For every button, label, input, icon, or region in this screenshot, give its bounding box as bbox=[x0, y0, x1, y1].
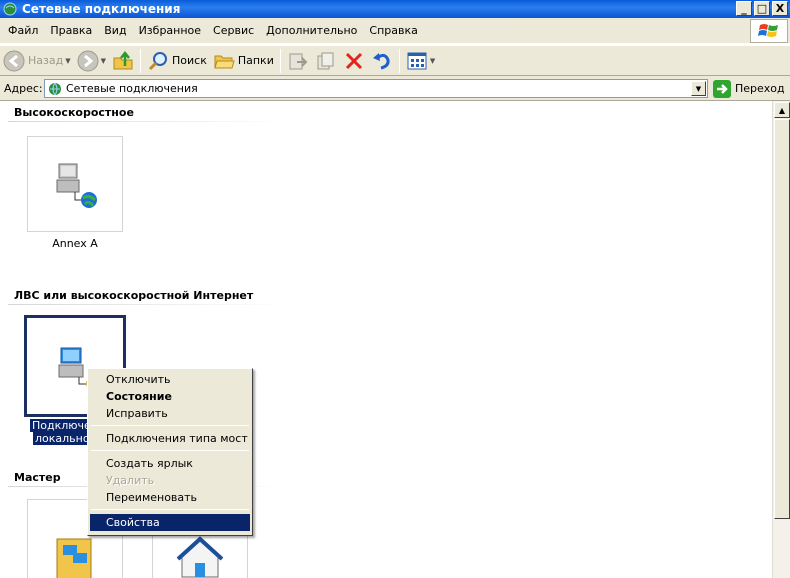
title-bar[interactable]: Сетевые подключения _ □ X bbox=[0, 0, 790, 18]
folder-up-icon bbox=[113, 50, 133, 69]
group-divider bbox=[8, 121, 288, 122]
menu-tools[interactable]: Сервис bbox=[207, 21, 260, 41]
toolbar-separator bbox=[140, 48, 141, 73]
menu-favorites[interactable]: Избранное bbox=[133, 21, 207, 41]
forward-arrow-icon bbox=[77, 50, 99, 71]
go-button[interactable]: Переход bbox=[713, 79, 785, 98]
address-input[interactable]: Сетевые подключения ▼ bbox=[44, 79, 708, 98]
connection-icon-annex-a[interactable] bbox=[27, 136, 123, 232]
vertical-scrollbar[interactable]: ▲ bbox=[772, 101, 790, 578]
menu-separator bbox=[91, 425, 249, 426]
menu-view[interactable]: Вид bbox=[98, 21, 132, 41]
menu-item-status[interactable]: Состояние bbox=[90, 388, 250, 405]
scroll-up-button[interactable]: ▲ bbox=[774, 102, 790, 118]
maximize-button[interactable]: □ bbox=[754, 1, 770, 16]
delete-x-icon bbox=[345, 52, 362, 69]
context-menu: Отключить Состояние Исправить Подключени… bbox=[87, 368, 253, 536]
toolbar: Назад ▼ ▼ Поиск Папки ▼ bbox=[0, 45, 790, 76]
new-connection-wizard-icon bbox=[56, 538, 92, 578]
address-dropdown-button[interactable]: ▼ bbox=[691, 81, 706, 96]
network-connections-icon bbox=[3, 2, 17, 16]
connection-label-annex-a: Annex A bbox=[52, 237, 98, 250]
close-button[interactable]: X bbox=[772, 1, 788, 16]
menu-separator bbox=[91, 509, 249, 510]
folders-button[interactable]: Папки bbox=[210, 48, 277, 74]
chevron-down-icon[interactable]: ▼ bbox=[65, 57, 70, 65]
group-header-wizard: Мастер bbox=[14, 471, 61, 484]
copy-to-icon bbox=[317, 52, 334, 69]
network-connections-icon bbox=[49, 82, 61, 95]
menu-bar: Файл Правка Вид Избранное Сервис Дополни… bbox=[0, 18, 790, 44]
folder-icon bbox=[214, 55, 235, 68]
group-divider bbox=[8, 304, 288, 305]
menu-item-properties[interactable]: Свойства bbox=[90, 514, 250, 531]
toolbar-separator bbox=[279, 48, 281, 73]
menu-item-disconnect[interactable]: Отключить bbox=[90, 371, 250, 388]
address-label: Адрес: bbox=[4, 81, 43, 95]
menu-advanced[interactable]: Дополнительно bbox=[260, 21, 363, 41]
address-bar: Адрес: Сетевые подключения ▼ Переход bbox=[0, 76, 790, 101]
menu-help[interactable]: Справка bbox=[363, 21, 423, 41]
menu-edit[interactable]: Правка bbox=[44, 21, 98, 41]
move-to-icon bbox=[289, 53, 308, 69]
group-header-lan: ЛВС или высокоскоростной Интернет bbox=[14, 289, 254, 302]
go-arrow-icon bbox=[713, 79, 731, 98]
minimize-button[interactable]: _ bbox=[736, 1, 752, 16]
views-button[interactable]: ▼ bbox=[403, 48, 438, 74]
broadband-connection-icon bbox=[56, 163, 97, 208]
forward-button[interactable]: ▼ bbox=[74, 48, 109, 74]
menu-file[interactable]: Файл bbox=[2, 21, 44, 41]
menu-item-repair[interactable]: Исправить bbox=[90, 405, 250, 422]
windows-logo-icon bbox=[750, 19, 788, 43]
undo-icon bbox=[372, 52, 390, 69]
menu-item-rename[interactable]: Переименовать bbox=[90, 489, 250, 506]
connection-label-lan-line1: Подключе bbox=[30, 419, 93, 432]
menu-item-delete: Удалить bbox=[106, 474, 155, 487]
back-button[interactable]: Назад ▼ bbox=[0, 48, 74, 74]
up-folder-button[interactable] bbox=[109, 48, 137, 74]
menu-item-create-shortcut[interactable]: Создать ярлык bbox=[90, 455, 250, 472]
window-title: Сетевые подключения bbox=[22, 2, 181, 16]
search-button[interactable]: Поиск bbox=[144, 48, 210, 74]
delete-button[interactable] bbox=[340, 48, 368, 74]
search-icon bbox=[148, 51, 167, 70]
undo-button[interactable] bbox=[368, 48, 396, 74]
copy-to-button[interactable] bbox=[312, 48, 340, 74]
scroll-thumb[interactable] bbox=[774, 119, 790, 519]
back-arrow-icon bbox=[3, 50, 25, 71]
views-icon bbox=[407, 52, 427, 69]
menu-separator bbox=[91, 450, 249, 451]
toolbar-separator bbox=[398, 48, 400, 73]
address-value: Сетевые подключения bbox=[66, 82, 198, 95]
home-network-icon bbox=[176, 536, 224, 578]
chevron-down-icon[interactable]: ▼ bbox=[101, 57, 106, 65]
group-header-highspeed: Высокоскоростное bbox=[14, 106, 134, 119]
chevron-down-icon[interactable]: ▼ bbox=[430, 57, 435, 65]
menu-item-bridge[interactable]: Подключения типа мост bbox=[90, 430, 250, 447]
move-to-button[interactable] bbox=[284, 48, 312, 74]
